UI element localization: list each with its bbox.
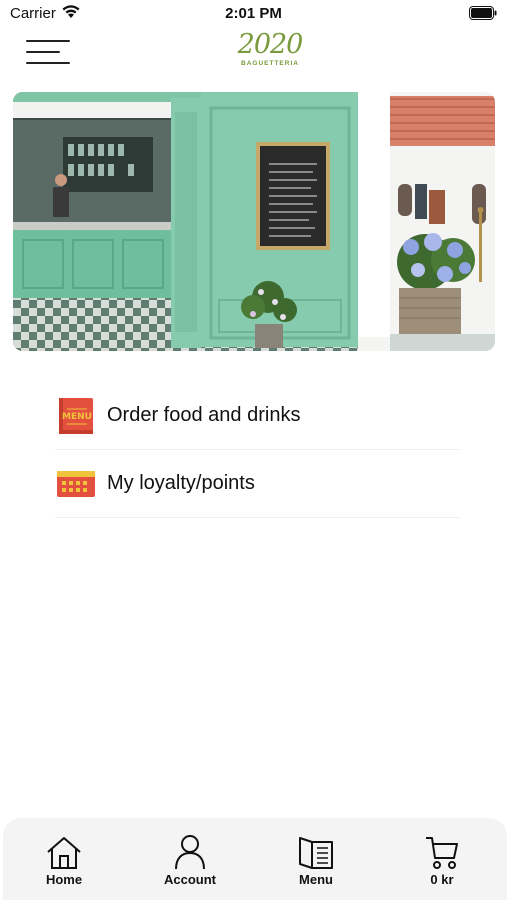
tab-home[interactable]: Home — [14, 832, 114, 892]
hero-image — [13, 92, 495, 351]
loyalty-card-icon — [57, 465, 95, 503]
menu-icon-text: MENU — [62, 412, 92, 422]
loyalty-points-item[interactable]: My loyalty/points — [55, 450, 460, 518]
tab-cart[interactable]: 0 kr — [392, 832, 492, 892]
status-bar: Carrier 2:01 PM — [0, 0, 507, 28]
bottom-tab-bar: Home Account Menu 0 kr — [3, 818, 507, 900]
logo-subtitle: BAGUETTERIA — [241, 60, 299, 67]
tab-account[interactable]: Account — [140, 832, 240, 892]
loyalty-points-label: My loyalty/points — [107, 472, 255, 494]
battery-icon — [469, 6, 497, 25]
cart-icon — [392, 832, 492, 870]
hamburger-menu-icon[interactable] — [26, 38, 70, 66]
tab-menu-label: Menu — [299, 872, 333, 887]
menu-book-icon: MENU — [57, 397, 95, 435]
status-time: 2:01 PM — [225, 5, 282, 22]
tab-menu[interactable]: Menu — [266, 832, 366, 892]
tab-account-label: Account — [164, 872, 216, 887]
account-icon — [140, 832, 240, 870]
logo-mark: 2020 — [237, 29, 304, 60]
brand-logo: 2020 BAGUETTERIA — [235, 30, 305, 78]
home-menu-list: MENU Order food and drinks My loyalty/po… — [55, 382, 460, 518]
home-icon — [14, 832, 114, 870]
menu-book-outline-icon — [266, 832, 366, 870]
order-food-item[interactable]: MENU Order food and drinks — [55, 382, 460, 450]
cart-total-label: 0 kr — [430, 872, 454, 887]
tab-home-label: Home — [45, 872, 83, 887]
app-header: 2020 BAGUETTERIA — [0, 28, 507, 84]
order-food-label: Order food and drinks — [107, 404, 301, 426]
